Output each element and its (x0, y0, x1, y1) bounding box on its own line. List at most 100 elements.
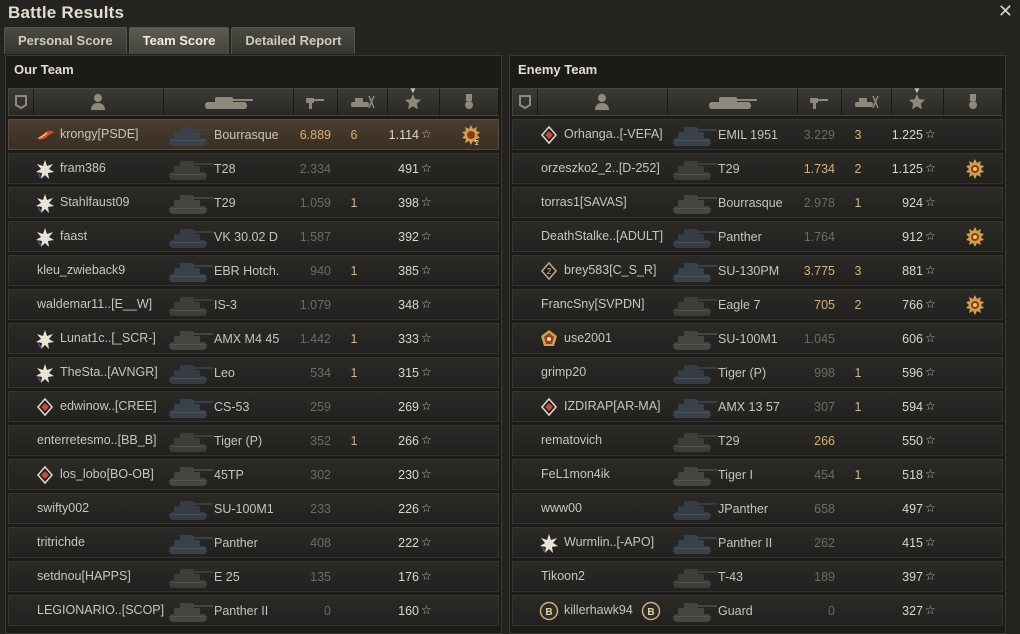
column-vehicle-header[interactable] (163, 89, 294, 115)
vehicle-name: SU-100M1 (214, 502, 274, 516)
player-row[interactable]: swifty002 SU-100M1 233 226 ☆ (8, 493, 499, 524)
player-row[interactable]: faast VK 30.02 D 1.587 392 ☆ (8, 221, 499, 252)
player-name: orzeszko2_2..[D-252] (541, 161, 660, 175)
player-icon (594, 93, 610, 111)
player-row[interactable]: waldemar11..[E__W] IS-3 1.079 348 ☆ (8, 289, 499, 320)
player-row[interactable]: krongy[PSDE] Bourrasque 6.889 6 1.114 ☆ 2 (8, 119, 499, 150)
star-rank-icon (35, 329, 55, 349)
xp-value: 385 (398, 264, 419, 278)
player-row[interactable]: orzeszko2_2..[D-252] T29 1.734 2 1.125 ☆ (512, 153, 1003, 184)
player-row[interactable]: setdnou[HAPPS] E 25 135 176 ☆ (8, 561, 499, 592)
vehicle-name: 45TP (214, 468, 244, 482)
damage-value: 1.059 (299, 196, 331, 210)
player-row[interactable]: Stahlfaust09 T29 1.059 1 398 ☆ (8, 187, 499, 218)
damage-value: 262 (814, 536, 835, 550)
player-row[interactable]: 2 brey583[C_S_R] SU-130PM 3.775 3 881 ☆ (512, 255, 1003, 286)
column-xp-header[interactable]: ▼ (891, 86, 944, 115)
column-kills-header[interactable] (337, 89, 388, 115)
tab-detailed-report[interactable]: Detailed Report (231, 27, 356, 54)
diamond-rank-icon (35, 465, 55, 485)
xp-value: 160 (398, 604, 419, 618)
tank-icon (670, 530, 718, 556)
xp-star-icon: ☆ (925, 229, 936, 243)
player-row[interactable]: fram386 T28 2.334 491 ☆ (8, 153, 499, 184)
xp-star-icon: ☆ (421, 569, 432, 583)
player-row[interactable]: LEGIONARIO..[SCOP] Panther II 0 160 ☆ (8, 595, 499, 626)
player-row[interactable]: FrancSny[SVPDN] Eagle 7 705 2 766 ☆ (512, 289, 1003, 320)
tank-icon (670, 258, 718, 284)
player-row[interactable]: Orhanga..[-VEFA] EMIL 1951 3.229 3 1.225 ☆ (512, 119, 1003, 150)
player-row[interactable]: rematovich T29 266 550 ☆ (512, 425, 1003, 456)
column-vehicle-header[interactable] (667, 89, 798, 115)
column-kills-header[interactable] (841, 89, 892, 115)
tab-personal-score[interactable]: Personal Score (4, 27, 127, 54)
player-name: torras1[SAVAS] (541, 195, 627, 209)
column-player-header[interactable] (537, 89, 668, 115)
xp-star-icon (404, 93, 422, 111)
tank-icon (166, 190, 214, 216)
xp-star-icon: ☆ (925, 603, 936, 617)
kills-value: 1 (350, 434, 358, 448)
column-damage-header[interactable] (797, 89, 842, 115)
player-row[interactable]: IZDIRAP[AR-MA] AMX 13 57 307 1 594 ☆ (512, 391, 1003, 422)
damage-value: 1.764 (803, 230, 835, 244)
medal-2-icon[interactable]: 2 (460, 124, 482, 147)
b-rank-icon: B (641, 601, 661, 621)
player-row[interactable]: tritrichde Panther 408 222 ☆ (8, 527, 499, 558)
tank-icon (670, 292, 718, 318)
medal-icon[interactable] (964, 294, 986, 316)
player-name: waldemar11..[E__W] (37, 297, 153, 311)
xp-value: 881 (902, 264, 923, 278)
vehicle-name: Panther (718, 230, 762, 244)
player-row[interactable]: Wurmlin..[-APO] Panther II 262 415 ☆ (512, 527, 1003, 558)
xp-star-icon (908, 93, 926, 111)
player-row[interactable]: Tikoon2 T-43 189 397 ☆ (512, 561, 1003, 592)
medal-icon[interactable] (964, 226, 986, 248)
tank-icon (670, 428, 718, 454)
xp-star-icon: ☆ (925, 263, 936, 277)
damage-value: 534 (310, 366, 331, 380)
xp-star-icon: ☆ (421, 433, 432, 447)
tank-icon (670, 496, 718, 522)
column-squad-header[interactable] (513, 89, 538, 115)
damage-value: 302 (310, 468, 331, 482)
column-squad-header[interactable] (9, 89, 34, 115)
medal-column-icon (966, 93, 980, 111)
player-row[interactable]: FeL1mon4ik Tiger I 454 1 518 ☆ (512, 459, 1003, 490)
kills-value: 1 (350, 264, 358, 278)
player-row[interactable]: torras1[SAVAS] Bourrasque 2.978 1 924 ☆ (512, 187, 1003, 218)
vehicle-name: T29 (718, 434, 740, 448)
xp-star-icon: ☆ (421, 399, 432, 413)
player-row[interactable]: DeathStalke..[ADULT] Panther 1.764 912 ☆ (512, 221, 1003, 252)
tab-team-score[interactable]: Team Score (128, 27, 230, 54)
column-player-header[interactable] (33, 89, 164, 115)
damage-icon (305, 94, 325, 110)
column-medals-header[interactable] (439, 89, 499, 115)
player-row[interactable]: grimp20 Tiger (P) 998 1 596 ☆ (512, 357, 1003, 388)
player-row[interactable]: Lunat1c..[_SCR-] AMX M4 45 1.442 1 333 ☆ (8, 323, 499, 354)
damage-value: 259 (310, 400, 331, 414)
kills-icon (853, 95, 879, 109)
enemy-team-panel: Enemy Team ▼ Orhanga..[-VEFA] EMIL 1951 3.… (509, 55, 1006, 634)
column-medals-header[interactable] (943, 89, 1003, 115)
xp-star-icon: ☆ (421, 195, 432, 209)
kills-value: 1 (854, 400, 862, 414)
player-icon (90, 93, 106, 111)
xp-value: 1.114 (388, 128, 419, 142)
close-icon[interactable]: ✕ (998, 2, 1013, 20)
player-row[interactable]: www00 JPanther 658 497 ☆ (512, 493, 1003, 524)
player-row[interactable]: TheSta..[AVNGR] Leo 534 1 315 ☆ (8, 357, 499, 388)
damage-value: 658 (814, 502, 835, 516)
column-damage-header[interactable] (293, 89, 338, 115)
player-row[interactable]: enterretesmo..[BB_B] Tiger (P) 352 1 266 ☆ (8, 425, 499, 456)
vehicle-name: T29 (718, 162, 740, 176)
player-row[interactable]: edwinow..[CREE] CS-53 259 269 ☆ (8, 391, 499, 422)
player-row[interactable]: los_lobo[BO-OB] 45TP 302 230 ☆ (8, 459, 499, 490)
player-row[interactable]: use2001 SU-100M1 1.045 606 ☆ (512, 323, 1003, 354)
diamond-rank-icon (35, 397, 55, 417)
column-xp-header[interactable]: ▼ (387, 86, 440, 115)
player-row[interactable]: kleu_zwieback9 EBR Hotch. 940 1 385 ☆ (8, 255, 499, 286)
medal-icon[interactable] (964, 158, 986, 180)
player-row[interactable]: Bkillerhawk94 B Guard 0 327 ☆ (512, 595, 1003, 626)
xp-star-icon: ☆ (421, 297, 432, 311)
